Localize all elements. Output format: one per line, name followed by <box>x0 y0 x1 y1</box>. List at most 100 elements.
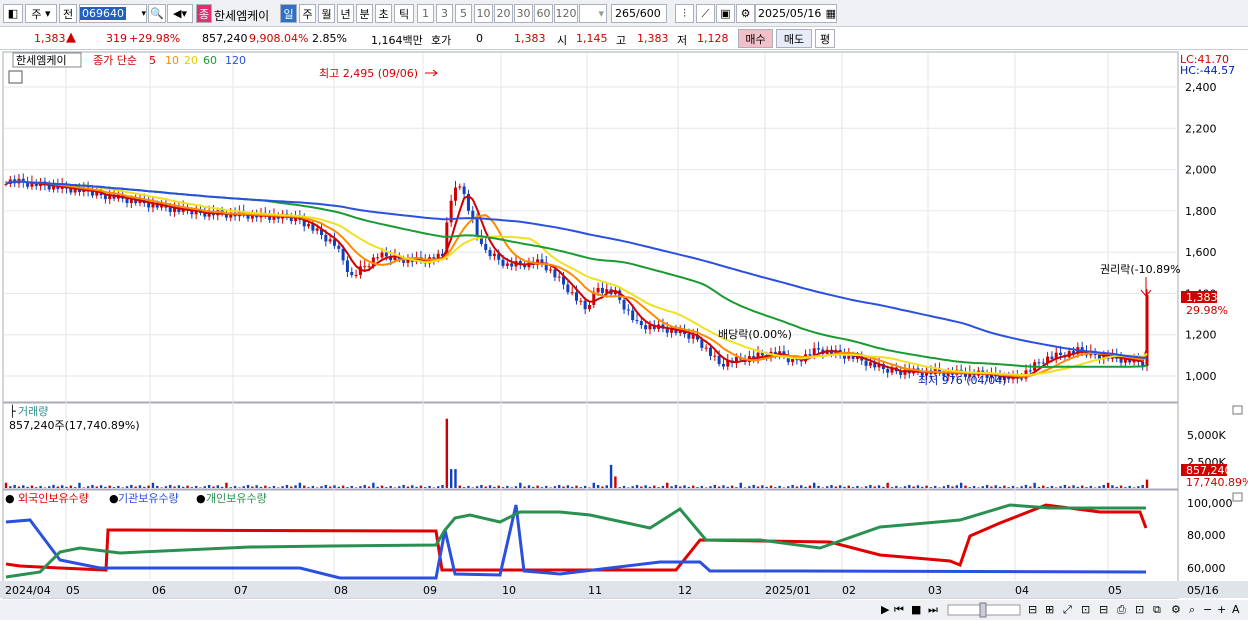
interval-120[interactable]: 120 <box>554 4 578 23</box>
fit-icon[interactable]: ⤢ <box>1063 603 1072 616</box>
ma-label: 종가 단순 <box>93 54 137 67</box>
volume-bar <box>912 486 915 488</box>
date-input[interactable]: 2025/05/16 ▦ <box>755 4 837 23</box>
font-size-icon[interactable]: A <box>1232 603 1240 616</box>
compare-icon[interactable]: ⊡ <box>1081 603 1090 616</box>
print-icon[interactable]: ⎙ <box>1117 603 1126 616</box>
volume-bar <box>886 482 889 488</box>
scroll-right-icon[interactable]: ▶ <box>881 603 890 616</box>
volume-bar <box>679 486 682 488</box>
volume-bar <box>648 486 652 488</box>
volume-bar <box>1042 485 1045 488</box>
candle-body <box>125 198 129 204</box>
interval-30[interactable]: 30 <box>514 4 533 23</box>
period-second[interactable]: 초 <box>375 4 392 23</box>
interval-1[interactable]: 1 <box>417 4 434 23</box>
even-button[interactable]: 평 <box>815 29 835 48</box>
holding-panel-close-icon[interactable] <box>1232 492 1243 502</box>
config-icon[interactable]: ⚙ <box>1171 603 1181 616</box>
volume-bar <box>246 484 250 488</box>
settings-icon[interactable]: ⚙ <box>736 4 755 23</box>
volume-bar <box>843 486 846 488</box>
candle-body <box>376 257 380 259</box>
scroll-thumb[interactable] <box>979 602 987 618</box>
draw-tool-icon[interactable]: ⟋ <box>696 4 715 23</box>
period-year[interactable]: 년 <box>337 4 354 23</box>
volume-bar <box>813 482 816 488</box>
candle-body <box>458 186 462 188</box>
sell-button[interactable]: 매도 <box>776 29 812 48</box>
period-week[interactable]: 주 <box>299 4 316 23</box>
count-max: /600 <box>636 7 661 20</box>
last-pct-tag-text: 29.98% <box>1186 304 1228 317</box>
candle-type-icon[interactable]: ⫶ <box>675 4 694 23</box>
candle-body <box>622 299 626 310</box>
volume-bar <box>411 485 414 488</box>
candle-body <box>1059 352 1063 355</box>
holding-y-tick: 80,000 <box>1187 529 1226 542</box>
view-icon[interactable]: ⊟ <box>1099 603 1108 616</box>
sound-icon[interactable]: ◀▾ <box>167 4 193 23</box>
interval-3[interactable]: 3 <box>436 4 453 23</box>
volume-bar <box>1089 485 1093 488</box>
x-label: 04 <box>1015 584 1029 597</box>
plus-icon[interactable]: + <box>1217 603 1226 616</box>
custom-interval-select[interactable]: ▾ <box>579 4 607 23</box>
prev-button[interactable]: 전 <box>59 4 77 23</box>
chart-area[interactable]: 한세엠케이 종가 단순 5 10 20 60 120 LC:41.70 HC:-… <box>0 50 1248 621</box>
image-icon[interactable]: ⊡ <box>1135 603 1144 616</box>
volume-bar <box>462 487 466 488</box>
calc-icon[interactable] <box>8 70 23 84</box>
volume-bar <box>674 484 678 488</box>
split-icon[interactable]: ⊞ <box>1045 603 1054 616</box>
volume-bar <box>938 487 941 488</box>
candle-body <box>553 269 557 278</box>
period-tick[interactable]: 틱 <box>394 4 414 23</box>
volume-bar <box>112 487 116 488</box>
volume-bar <box>467 485 470 488</box>
candle-body <box>47 185 51 190</box>
volume-bar <box>4 482 8 488</box>
x-label: 02 <box>842 584 856 597</box>
volume-bar <box>65 486 68 488</box>
volume-bar <box>977 487 980 488</box>
volume-bar <box>182 486 185 488</box>
save-icon[interactable]: ▣ <box>716 4 735 23</box>
count-input[interactable]: 265/600 <box>611 4 667 23</box>
interval-10[interactable]: 10 <box>474 4 493 23</box>
volume-bar <box>1068 486 1071 488</box>
copy-icon[interactable]: ⧉ <box>1153 603 1161 616</box>
minus-icon[interactable]: − <box>1203 603 1212 616</box>
scroll-left-end-icon[interactable]: ⏮ <box>894 603 904 616</box>
calendar-icon[interactable]: ▦ <box>826 7 836 20</box>
candle-body <box>1037 362 1041 364</box>
volume-bar <box>277 487 280 488</box>
period-month[interactable]: 월 <box>318 4 335 23</box>
search-chart-icon[interactable]: ⌕ <box>1189 603 1195 616</box>
volume-bar <box>229 487 232 488</box>
interval-60[interactable]: 60 <box>534 4 553 23</box>
volume-bar <box>385 487 388 488</box>
period-day[interactable]: 일 <box>280 4 297 23</box>
interval-20[interactable]: 20 <box>494 4 513 23</box>
volume-panel-close-icon[interactable] <box>1232 405 1243 415</box>
zoom-out-icon[interactable]: ⊟ <box>1028 603 1037 616</box>
period-minute[interactable]: 분 <box>356 4 373 23</box>
buy-button[interactable]: 매수 <box>738 29 773 48</box>
stop-icon[interactable]: ■ <box>911 603 921 616</box>
count-value: 265 <box>615 7 636 20</box>
volume-bar <box>782 487 786 488</box>
volume-bar <box>307 487 310 488</box>
volume-bar <box>765 486 768 488</box>
volume-bar <box>795 486 799 488</box>
y-tick: 1,000 <box>1185 370 1217 383</box>
volume-bar <box>821 487 825 488</box>
scroll-right-end-icon[interactable]: ⏭ <box>928 603 938 616</box>
high-price: 1,383 <box>637 32 669 45</box>
window-menu-icon[interactable]: ◧ <box>3 4 23 23</box>
market-type-select[interactable]: 주 ▾ <box>25 4 57 23</box>
code-input[interactable]: 069640 ▾ <box>79 4 147 23</box>
volume-bar <box>756 486 760 488</box>
search-icon[interactable]: 🔍 <box>148 4 166 23</box>
interval-5[interactable]: 5 <box>455 4 472 23</box>
